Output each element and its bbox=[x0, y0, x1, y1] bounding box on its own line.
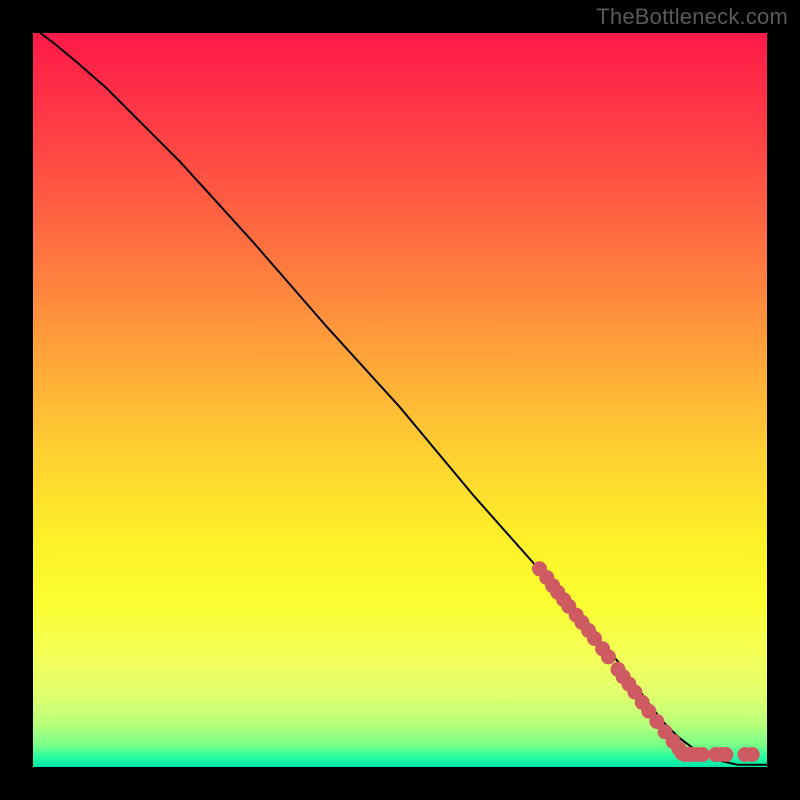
bottleneck-curve-line bbox=[40, 33, 767, 765]
chart-overlay-svg bbox=[33, 33, 767, 767]
chart-frame: TheBottleneck.com bbox=[0, 0, 800, 800]
curve-marker-dot bbox=[718, 747, 733, 762]
watermark-label: TheBottleneck.com bbox=[596, 4, 788, 30]
curve-marker-dot bbox=[601, 649, 616, 664]
plot-area bbox=[33, 33, 767, 767]
curve-marker-dot bbox=[745, 747, 760, 762]
curve-marker-dot bbox=[695, 747, 710, 762]
curve-markers bbox=[532, 561, 760, 762]
